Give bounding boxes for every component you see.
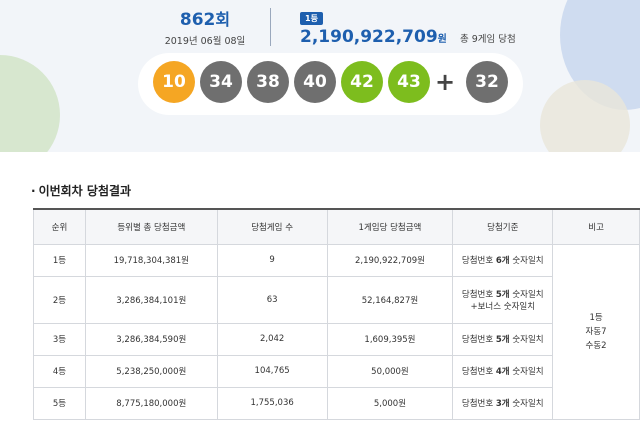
note-line: 자동7 [585, 326, 607, 337]
column-header: 순위 [33, 208, 86, 245]
per-game-prize-cell: 2,190,922,709원 [326, 243, 454, 277]
lotto-ball: 42 [341, 61, 383, 103]
criteria-text: 숫자일치 [509, 335, 544, 345]
lotto-ball: 43 [388, 61, 430, 103]
prize-unit: 원 [437, 34, 447, 45]
table-row: 4등 5,238,250,000원 104,765 50,000원 당첨번호 4… [33, 354, 640, 388]
table-row: 3등 3,286,384,590원 2,042 1,609,395원 당첨번호 … [33, 322, 640, 356]
column-header: 당첨기준 [452, 208, 554, 245]
winning-games-cell: 2,042 [216, 322, 328, 356]
criteria-text: 당첨번호 [461, 335, 496, 345]
total-prize-cell: 19,718,304,381원 [84, 243, 218, 277]
round-number: 862회 [150, 6, 260, 30]
table-row: 5등 8,775,180,000원 1,755,036 5,000원 당첨번호 … [33, 386, 640, 420]
table-header-row: 순위 등위별 총 당첨금액 당첨게임 수 1게임당 당첨금액 당첨기준 비고 [33, 208, 640, 245]
first-prize-info: 1등 2,190,922,709원 총 9게임 당첨 [300, 6, 516, 47]
section-title: · 이번회차 당첨결과 [31, 184, 132, 198]
winning-games-cell: 1,755,036 [216, 386, 328, 420]
column-header: 등위별 총 당첨금액 [84, 208, 218, 245]
winning-games-cell: 104,765 [216, 354, 328, 388]
total-prize-cell: 8,775,180,000원 [84, 386, 218, 420]
plus-sign: + [435, 68, 456, 96]
round-suffix: 회 [215, 10, 231, 29]
per-game-prize-cell: 52,164,827원 [326, 275, 454, 324]
criteria-bonus: +보너스 숫자일치 [470, 301, 536, 312]
criteria-cell: 당첨번호 5개 숫자일치 +보너스 숫자일치 [452, 275, 554, 324]
column-header: 비고 [552, 208, 640, 245]
winning-games-cell: 9 [216, 243, 328, 277]
criteria-count: 5개 [495, 335, 510, 345]
criteria-count: 4개 [495, 367, 510, 377]
criteria-text: 당첨번호 [461, 367, 496, 377]
lotto-ball: 10 [153, 61, 195, 103]
criteria-count: 6개 [495, 256, 510, 266]
table-row: 1등 19,718,304,381원 9 2,190,922,709원 당첨번호… [33, 243, 640, 420]
criteria-text: 당첨번호 [461, 399, 496, 409]
rank-badge: 1등 [300, 12, 323, 25]
draw-date: 2019년 06월 08일 [164, 36, 246, 47]
divider [270, 8, 271, 46]
lotto-ball: 34 [200, 61, 242, 103]
table-row: 2등 3,286,384,101원 63 52,164,827원 당첨번호 5개… [33, 275, 640, 324]
lotto-ball: 40 [294, 61, 336, 103]
total-prize-cell: 3,286,384,590원 [84, 322, 218, 356]
per-game-prize-cell: 1,609,395원 [326, 322, 454, 356]
criteria-count: 5개 [495, 289, 510, 300]
total-prize-cell: 3,286,384,101원 [84, 275, 218, 324]
criteria-cell: 당첨번호 3개 숫자일치 [452, 386, 554, 420]
criteria-cell: 당첨번호 5개 숫자일치 [452, 322, 554, 356]
round-number-value: 862 [179, 10, 216, 30]
lotto-ball: 38 [247, 61, 289, 103]
rank-cell: 5등 [33, 386, 86, 420]
rank-cell: 3등 [33, 322, 86, 356]
per-game-prize-cell: 50,000원 [326, 354, 454, 388]
note-line: 수동2 [585, 340, 607, 351]
result-banner: 862회 2019년 06월 08일 1등 2,190,922,709원 총 9… [0, 0, 640, 152]
criteria-text: 숫자일치 [509, 256, 544, 266]
results-table: 순위 등위별 총 당첨금액 당첨게임 수 1게임당 당첨금액 당첨기준 비고 1… [33, 208, 640, 420]
note-cell: 1등 자동7 수동2 [552, 243, 640, 420]
first-prize-amount: 2,190,922,709 [300, 27, 438, 47]
total-prize-cell: 5,238,250,000원 [84, 354, 218, 388]
criteria-text: 당첨번호 [461, 289, 496, 300]
criteria-cell: 당첨번호 4개 숫자일치 [452, 354, 554, 388]
note-line: 1등 [589, 312, 603, 323]
column-header: 1게임당 당첨금액 [326, 208, 454, 245]
criteria-text: 숫자일치 [509, 399, 544, 409]
column-header: 당첨게임 수 [216, 208, 328, 245]
winning-games-cell: 63 [216, 275, 328, 324]
decorative-blob [0, 55, 60, 152]
bonus-ball: 32 [466, 61, 508, 103]
section-title-text: 이번회차 당첨결과 [38, 184, 132, 198]
criteria-text: 당첨번호 [461, 256, 496, 266]
rank-cell: 1등 [33, 243, 86, 277]
winning-numbers: 10 34 38 40 42 43 + 32 [138, 53, 523, 115]
winner-count: 총 9게임 당첨 [459, 34, 516, 45]
criteria-cell: 당첨번호 6개 숫자일치 [452, 243, 554, 277]
round-info: 862회 2019년 06월 08일 [150, 6, 260, 47]
rank-cell: 4등 [33, 354, 86, 388]
criteria-count: 3개 [495, 399, 510, 409]
criteria-text: 숫자일치 [509, 289, 544, 300]
criteria-text: 숫자일치 [509, 367, 544, 377]
per-game-prize-cell: 5,000원 [326, 386, 454, 420]
rank-cell: 2등 [33, 275, 86, 324]
